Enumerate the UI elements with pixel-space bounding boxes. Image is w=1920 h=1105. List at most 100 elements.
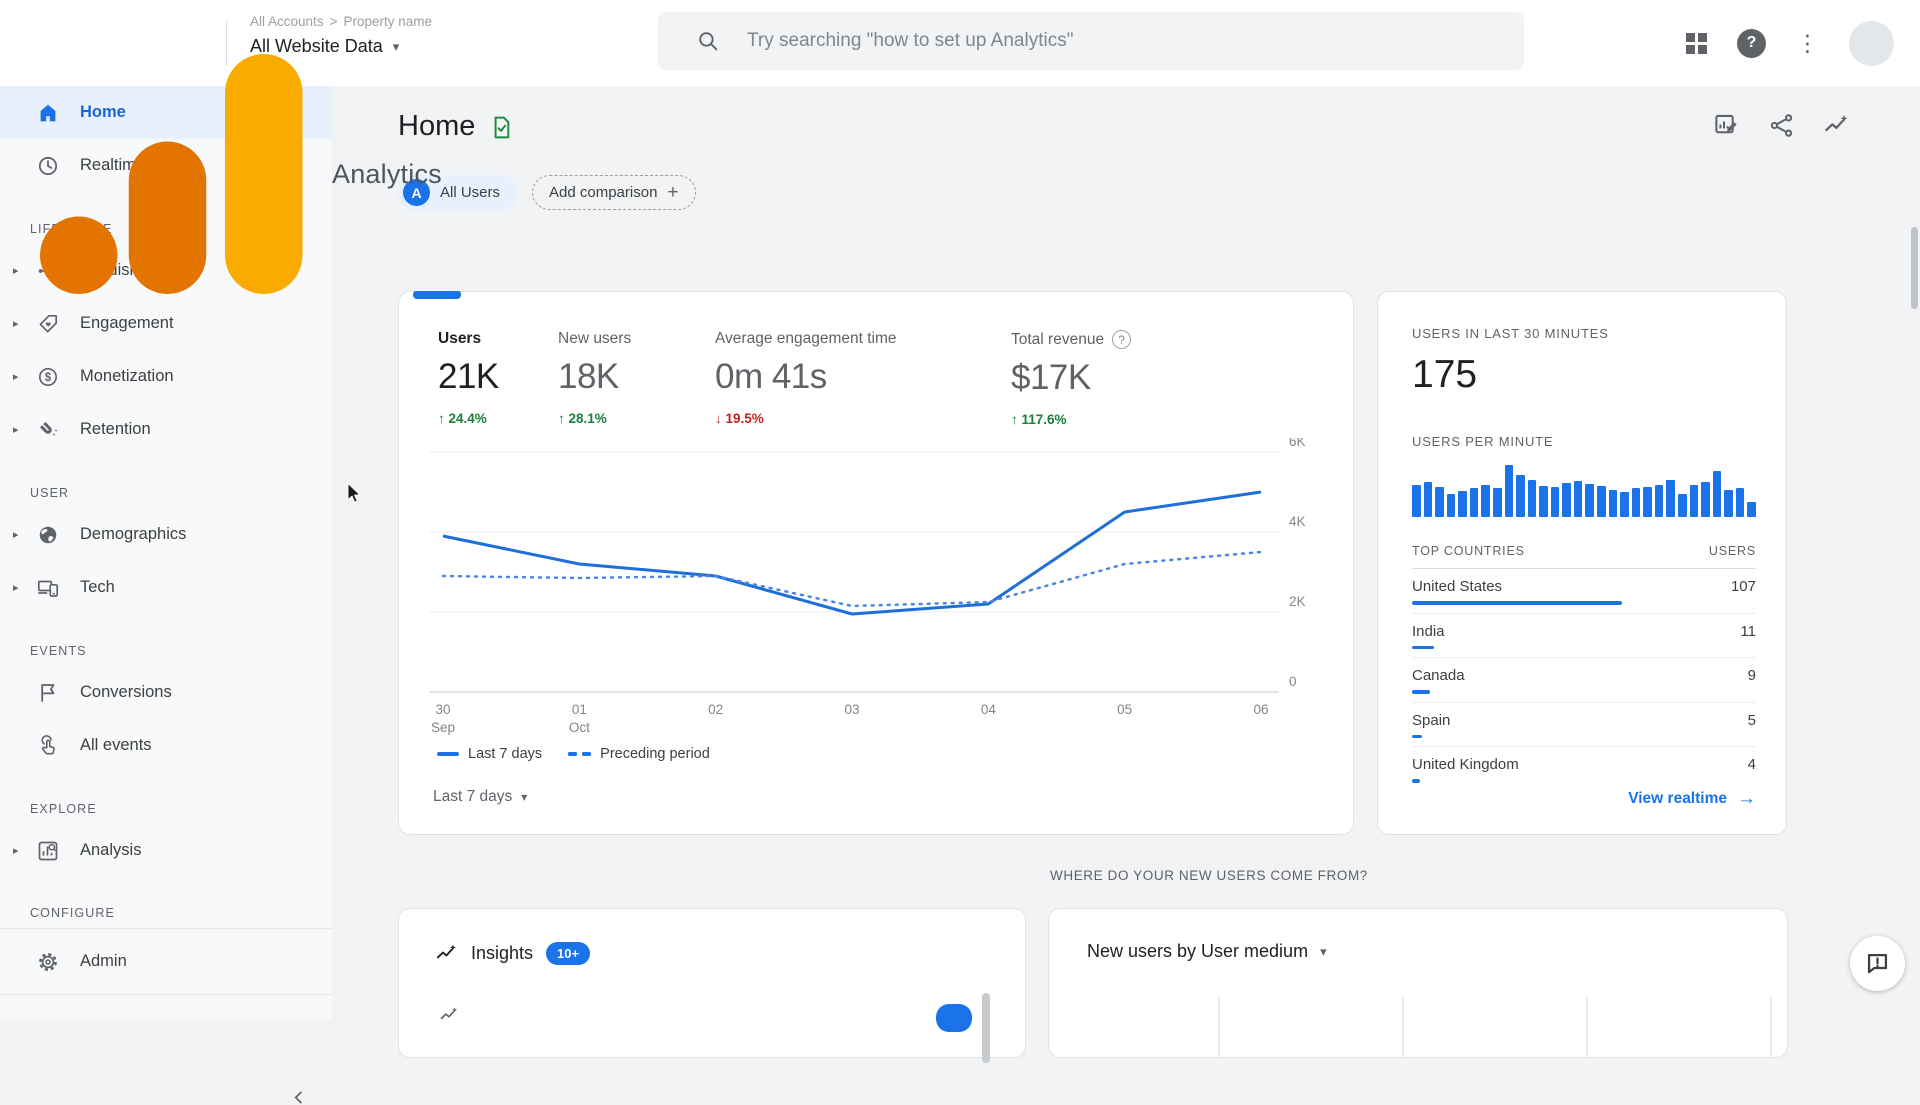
metric-total-revenue[interactable]: Total revenue?$17K↑ 117.6% <box>1011 330 1131 427</box>
search-input[interactable] <box>747 30 1447 52</box>
new-users-dimension-selector[interactable]: New users by User medium ▾ <box>1087 941 1327 962</box>
minute-bar <box>1678 494 1687 517</box>
minute-bar <box>1724 490 1733 517</box>
monetization-icon: $ <box>36 365 60 389</box>
minute-bar <box>1435 487 1444 517</box>
sidebar-item-retention[interactable]: ▸Retention <box>0 403 332 456</box>
metric-label-text: Average engagement time <box>715 330 897 348</box>
share-icon[interactable] <box>1768 112 1795 139</box>
insights-icon[interactable] <box>1823 112 1850 139</box>
view-realtime-link[interactable]: View realtime → <box>1628 788 1756 810</box>
minute-bar <box>1690 485 1699 517</box>
country-bar <box>1412 690 1430 694</box>
country-row-line: Canada9 <box>1412 667 1756 684</box>
metric-new-users[interactable]: New users18K↑ 28.1% <box>558 330 631 426</box>
sidebar-item-tech[interactable]: ▸Tech <box>0 561 332 614</box>
minute-bar <box>1713 471 1722 517</box>
chevron-down-icon: ▾ <box>521 790 527 804</box>
svg-text:06: 06 <box>1253 702 1268 717</box>
metric-average-engagement-time[interactable]: Average engagement time0m 41s↓ 19.5% <box>715 330 897 426</box>
chart-gridline <box>1218 997 1220 1059</box>
search-icon <box>696 29 721 54</box>
sidebar-item-admin[interactable]: Admin <box>0 929 332 995</box>
breadcrumb-separator: > <box>330 14 338 29</box>
sidebar-item-label: All events <box>80 736 152 755</box>
country-name: United States <box>1412 578 1502 595</box>
metric-change: ↑ 24.4% <box>438 411 499 426</box>
country-users: 4 <box>1748 756 1756 773</box>
add-comparison-button[interactable]: Add comparison + <box>532 175 696 210</box>
metric-label-text: Total revenue <box>1011 331 1104 349</box>
google-apps-icon[interactable] <box>1686 33 1707 54</box>
svg-text:30: 30 <box>435 702 450 717</box>
arrow-right-icon: → <box>1737 788 1756 810</box>
new-users-card-title: New users by User medium <box>1087 941 1308 962</box>
top-app-bar: Analytics All Accounts > Property name A… <box>0 0 1920 86</box>
mouse-cursor <box>345 482 363 509</box>
feedback-button[interactable] <box>1850 936 1905 991</box>
metric-change: ↓ 19.5% <box>715 411 897 426</box>
minute-bar <box>1447 494 1456 517</box>
analytics-logo[interactable]: Analytics <box>20 24 442 324</box>
sidebar-item-demographics[interactable]: ▸Demographics <box>0 508 332 561</box>
sidebar-item-analysis[interactable]: ▸Analysis <box>0 824 332 877</box>
country-row-line: United Kingdom4 <box>1412 756 1756 773</box>
expand-arrow-icon: ▸ <box>13 264 19 277</box>
country-name: Spain <box>1412 712 1450 729</box>
insights-card: Insights 10+ <box>398 908 1026 1058</box>
analytics-logo-icon <box>20 24 320 324</box>
svg-text:4K: 4K <box>1289 514 1306 529</box>
minute-bar <box>1701 482 1710 517</box>
sidebar-item-conversions[interactable]: Conversions <box>0 666 332 719</box>
sidebar-item-monetization[interactable]: ▸$Monetization <box>0 350 332 403</box>
help-icon[interactable]: ? <box>1737 29 1766 58</box>
minute-bar <box>1643 487 1652 517</box>
insight-chip-partial[interactable] <box>936 1004 972 1032</box>
svg-text:04: 04 <box>981 702 997 717</box>
svg-text:2K: 2K <box>1289 594 1306 609</box>
sidebar-item-all-events[interactable]: All events <box>0 719 332 772</box>
legend-item-preceding-period: Preceding period <box>568 746 710 762</box>
analytics-home-page: { "colors": { "accent_blue": "#1a73e8", … <box>0 0 1920 1019</box>
minute-bar <box>1597 486 1606 517</box>
metric-users[interactable]: Users21K↑ 24.4% <box>438 330 499 426</box>
minute-bar <box>1412 485 1421 517</box>
country-row-line: United States107 <box>1412 578 1756 595</box>
breadcrumb-property[interactable]: Property name <box>343 14 432 29</box>
customize-report-icon[interactable] <box>1713 112 1740 139</box>
metric-label: Users <box>438 330 499 348</box>
metric-label: New users <box>558 330 631 348</box>
legend-solid-swatch <box>437 752 459 756</box>
svg-text:02: 02 <box>708 702 723 717</box>
insights-title: Insights <box>471 943 533 964</box>
users-per-minute-title: USERS PER MINUTE <box>1412 434 1756 449</box>
account-avatar[interactable] <box>1849 21 1894 66</box>
breadcrumb: All Accounts > Property name All Website… <box>250 14 432 57</box>
insight-item-icon <box>439 1005 459 1025</box>
chart-legend: Last 7 daysPreceding period <box>437 746 710 762</box>
insights-header[interactable]: Insights 10+ <box>435 942 590 965</box>
property-selector[interactable]: All Website Data ▾ <box>250 36 432 57</box>
metric-label: Average engagement time <box>715 330 897 348</box>
collapse-sidebar-icon[interactable] <box>292 1090 307 1105</box>
chart-gridline <box>1770 997 1772 1059</box>
insights-scrollbar[interactable] <box>982 993 990 1063</box>
breadcrumb-account[interactable]: All Accounts <box>250 14 324 29</box>
country-row-india: India11 <box>1412 614 1756 659</box>
trend-up-icon: ↑ <box>1011 412 1022 427</box>
country-users: 11 <box>1740 623 1756 640</box>
metric-label-text: New users <box>558 330 631 348</box>
search-bar[interactable] <box>658 12 1524 70</box>
sidebar-item-label: Retention <box>80 420 151 439</box>
minute-bar <box>1470 488 1479 517</box>
help-icon[interactable]: ? <box>1112 330 1131 349</box>
country-row-spain: Spain5 <box>1412 703 1756 748</box>
minute-bar <box>1666 480 1675 517</box>
page-scrollbar-thumb[interactable] <box>1911 227 1918 309</box>
country-row-line: Spain5 <box>1412 712 1756 729</box>
svg-text:Oct: Oct <box>569 720 590 735</box>
expand-arrow-icon: ▸ <box>13 528 19 541</box>
more-menu-icon[interactable]: ⋮ <box>1796 32 1819 55</box>
date-range-selector[interactable]: Last 7 days ▾ <box>433 788 527 806</box>
legend-dashed-swatch <box>568 752 591 756</box>
